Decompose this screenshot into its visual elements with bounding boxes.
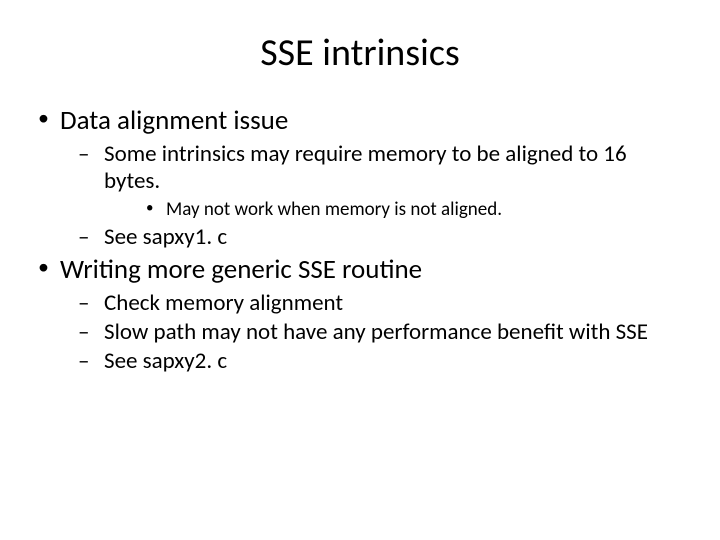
bullet-lvl3: May not work when memory is not aligned. [104,199,684,222]
bullet-text: Writing more generic SSE routine [60,253,422,286]
bullet-text: Slow path may not have any performance b… [104,318,648,346]
bullet-text: Some intrinsics may require memory to be… [104,140,627,195]
bullet-text: Check memory alignment [104,289,343,317]
bullet-lvl2: See sapxy2. c [60,348,684,375]
bullet-lvl2: Slow path may not have any performance b… [60,319,684,346]
bullet-lvl2: Check memory alignment [60,290,684,317]
bullet-text: May not work when memory is not aligned. [166,198,502,221]
bullet-text: See sapxy2. c [104,347,227,375]
bullet-list: Data alignment issue Some intrinsics may… [36,104,684,376]
bullet-sublist: Check memory alignment Slow path may not… [60,290,684,375]
bullet-lvl1: Data alignment issue Some intrinsics may… [36,104,684,251]
bullet-text: See sapxy1. c [104,223,227,251]
bullet-lvl2: Some intrinsics may require memory to be… [60,141,684,222]
bullet-lvl1: Writing more generic SSE routine Check m… [36,253,684,375]
bullet-text: Data alignment issue [60,104,288,137]
bullet-subsublist: May not work when memory is not aligned. [104,199,684,222]
slide: SSE intrinsics Data alignment issue Some… [0,0,720,540]
slide-title: SSE intrinsics [36,30,684,76]
bullet-sublist: Some intrinsics may require memory to be… [60,141,684,251]
bullet-lvl2: See sapxy1. c [60,224,684,251]
